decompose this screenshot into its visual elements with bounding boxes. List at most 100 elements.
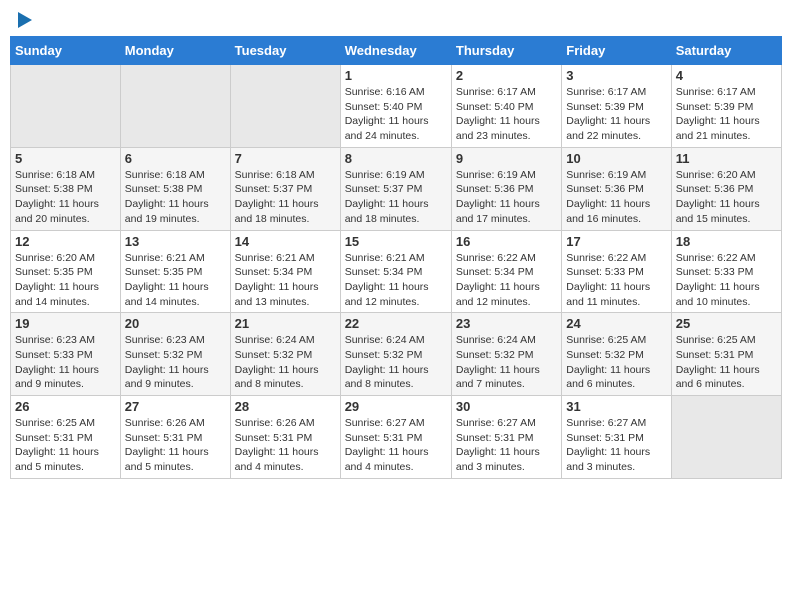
sunrise-text: Sunrise: 6:22 AM [676,251,777,266]
sunrise-text: Sunrise: 6:22 AM [566,251,666,266]
sunrise-text: Sunrise: 6:23 AM [125,333,226,348]
calendar-cell: 3Sunrise: 6:17 AMSunset: 5:39 PMDaylight… [562,65,671,148]
cell-content: Sunrise: 6:17 AMSunset: 5:40 PMDaylight:… [456,85,557,144]
weekday-header-thursday: Thursday [451,37,561,65]
sunset-text: Sunset: 5:33 PM [566,265,666,280]
sunset-text: Sunset: 5:35 PM [125,265,226,280]
sunrise-text: Sunrise: 6:16 AM [345,85,447,100]
sunrise-text: Sunrise: 6:25 AM [676,333,777,348]
daylight-text: Daylight: 11 hours and 8 minutes. [345,363,447,392]
weekday-header-row: SundayMondayTuesdayWednesdayThursdayFrid… [11,37,782,65]
cell-content: Sunrise: 6:27 AMSunset: 5:31 PMDaylight:… [566,416,666,475]
sunrise-text: Sunrise: 6:20 AM [15,251,116,266]
sunrise-text: Sunrise: 6:18 AM [125,168,226,183]
week-row-1: 1Sunrise: 6:16 AMSunset: 5:40 PMDaylight… [11,65,782,148]
calendar-cell: 7 Sunrise: 6:18 AMSunset: 5:37 PMDaylight… [230,147,340,230]
day-number: 27 [125,399,226,414]
weekday-header-saturday: Saturday [671,37,781,65]
sunset-text: Sunset: 5:36 PM [676,182,777,197]
sunset-text: Sunset: 5:33 PM [15,348,116,363]
calendar-cell: 10Sunrise: 6:19 AMSunset: 5:36 PMDayligh… [562,147,671,230]
sunrise-text: Sunrise: 6:22 AM [456,251,557,266]
day-number: 2 [456,68,557,83]
daylight-text: Daylight: 11 hours and 5 minutes. [125,445,226,474]
cell-content: Sunrise: 6:24 AMSunset: 5:32 PMDaylight:… [456,333,557,392]
cell-content: Sunrise: 6:25 AMSunset: 5:31 PMDaylight:… [15,416,116,475]
day-number: 16 [456,234,557,249]
sunset-text: Sunset: 5:31 PM [566,431,666,446]
day-number: 12 [15,234,116,249]
sunrise-text: Sunrise: 6:27 AM [345,416,447,431]
weekday-header-wednesday: Wednesday [340,37,451,65]
sunrise-text: Sunrise: 6:24 AM [235,333,336,348]
day-number: 31 [566,399,666,414]
sunrise-text: Sunrise: 6:26 AM [125,416,226,431]
sunset-text: Sunset: 5:38 PM [125,182,226,197]
calendar-cell [230,65,340,148]
sunrise-text: Sunrise: 6:24 AM [345,333,447,348]
sunset-text: Sunset: 5:35 PM [15,265,116,280]
sunset-text: Sunset: 5:31 PM [456,431,557,446]
day-number: 18 [676,234,777,249]
day-number: 23 [456,316,557,331]
calendar-cell: 9Sunrise: 6:19 AMSunset: 5:36 PMDaylight… [451,147,561,230]
daylight-text: Daylight: 11 hours and 10 minutes. [676,280,777,309]
sunset-text: Sunset: 5:37 PM [235,182,336,197]
week-row-3: 12Sunrise: 6:20 AMSunset: 5:35 PMDayligh… [11,230,782,313]
sunset-text: Sunset: 5:34 PM [235,265,336,280]
sunset-text: Sunset: 5:31 PM [345,431,447,446]
sunrise-text: Sunrise: 6:21 AM [345,251,447,266]
cell-content: Sunrise: 6:25 AMSunset: 5:32 PMDaylight:… [566,333,666,392]
sunrise-text: Sunrise: 6:27 AM [566,416,666,431]
daylight-text: Daylight: 11 hours and 22 minutes. [566,114,666,143]
calendar-cell: 1 Sunrise: 6:16 AMSunset: 5:40 PMDaylight… [340,65,451,148]
daylight-text: Daylight: 11 hours and 24 minutes. [345,114,447,143]
cell-content: Sunrise: 6:27 AMSunset: 5:31 PMDaylight:… [345,416,447,475]
logo-triangle-icon [18,12,32,28]
day-number: 30 [456,399,557,414]
sunset-text: Sunset: 5:31 PM [235,431,336,446]
page-header [10,10,782,28]
sunset-text: Sunset: 5:39 PM [676,100,777,115]
sunset-text: Sunset: 5:37 PM [345,182,447,197]
day-number: 25 [676,316,777,331]
day-number: 7 [235,151,336,166]
daylight-text: Daylight: 11 hours and 9 minutes. [15,363,116,392]
sunset-text: Sunset: 5:34 PM [345,265,447,280]
sunset-text: Sunset: 5:40 PM [345,100,447,115]
day-number: 6 [125,151,226,166]
calendar-cell [671,396,781,479]
daylight-text: Daylight: 11 hours and 20 minutes. [15,197,116,226]
daylight-text: Daylight: 11 hours and 13 minutes. [235,280,336,309]
sunrise-text: Sunrise: 6:26 AM [235,416,336,431]
calendar-cell: 4Sunrise: 6:17 AMSunset: 5:39 PMDaylight… [671,65,781,148]
calendar-cell: 2 Sunrise: 6:17 AMSunset: 5:40 PMDaylight… [451,65,561,148]
cell-content: Sunrise: 6:19 AMSunset: 5:36 PMDaylight:… [566,168,666,227]
day-number: 1 [345,68,447,83]
calendar-cell: 26Sunrise: 6:25 AMSunset: 5:31 PMDayligh… [11,396,121,479]
sunset-text: Sunset: 5:32 PM [235,348,336,363]
calendar-cell: 29Sunrise: 6:27 AMSunset: 5:31 PMDayligh… [340,396,451,479]
sunset-text: Sunset: 5:39 PM [566,100,666,115]
calendar-cell: 21Sunrise: 6:24 AMSunset: 5:32 PMDayligh… [230,313,340,396]
calendar-table: SundayMondayTuesdayWednesdayThursdayFrid… [10,36,782,479]
sunrise-text: Sunrise: 6:27 AM [456,416,557,431]
calendar-cell: 28Sunrise: 6:26 AMSunset: 5:31 PMDayligh… [230,396,340,479]
day-number: 19 [15,316,116,331]
cell-content: Sunrise: 6:27 AMSunset: 5:31 PMDaylight:… [456,416,557,475]
cell-content: Sunrise: 6:16 AMSunset: 5:40 PMDaylight:… [345,85,447,144]
daylight-text: Daylight: 11 hours and 18 minutes. [345,197,447,226]
cell-content: Sunrise: 6:18 AMSunset: 5:37 PMDaylight:… [235,168,336,227]
cell-content: Sunrise: 6:21 AMSunset: 5:34 PMDaylight:… [345,251,447,310]
day-number: 21 [235,316,336,331]
cell-content: Sunrise: 6:22 AMSunset: 5:34 PMDaylight:… [456,251,557,310]
calendar-cell: 6Sunrise: 6:18 AMSunset: 5:38 PMDaylight… [120,147,230,230]
daylight-text: Daylight: 11 hours and 3 minutes. [566,445,666,474]
sunset-text: Sunset: 5:32 PM [125,348,226,363]
daylight-text: Daylight: 11 hours and 9 minutes. [125,363,226,392]
calendar-cell: 16 Sunrise: 6:22 AMSunset: 5:34 PMDayligh… [451,230,561,313]
daylight-text: Daylight: 11 hours and 12 minutes. [456,280,557,309]
calendar-cell: 17Sunrise: 6:22 AMSunset: 5:33 PMDayligh… [562,230,671,313]
cell-content: Sunrise: 6:19 AMSunset: 5:37 PMDaylight:… [345,168,447,227]
sunrise-text: Sunrise: 6:24 AM [456,333,557,348]
